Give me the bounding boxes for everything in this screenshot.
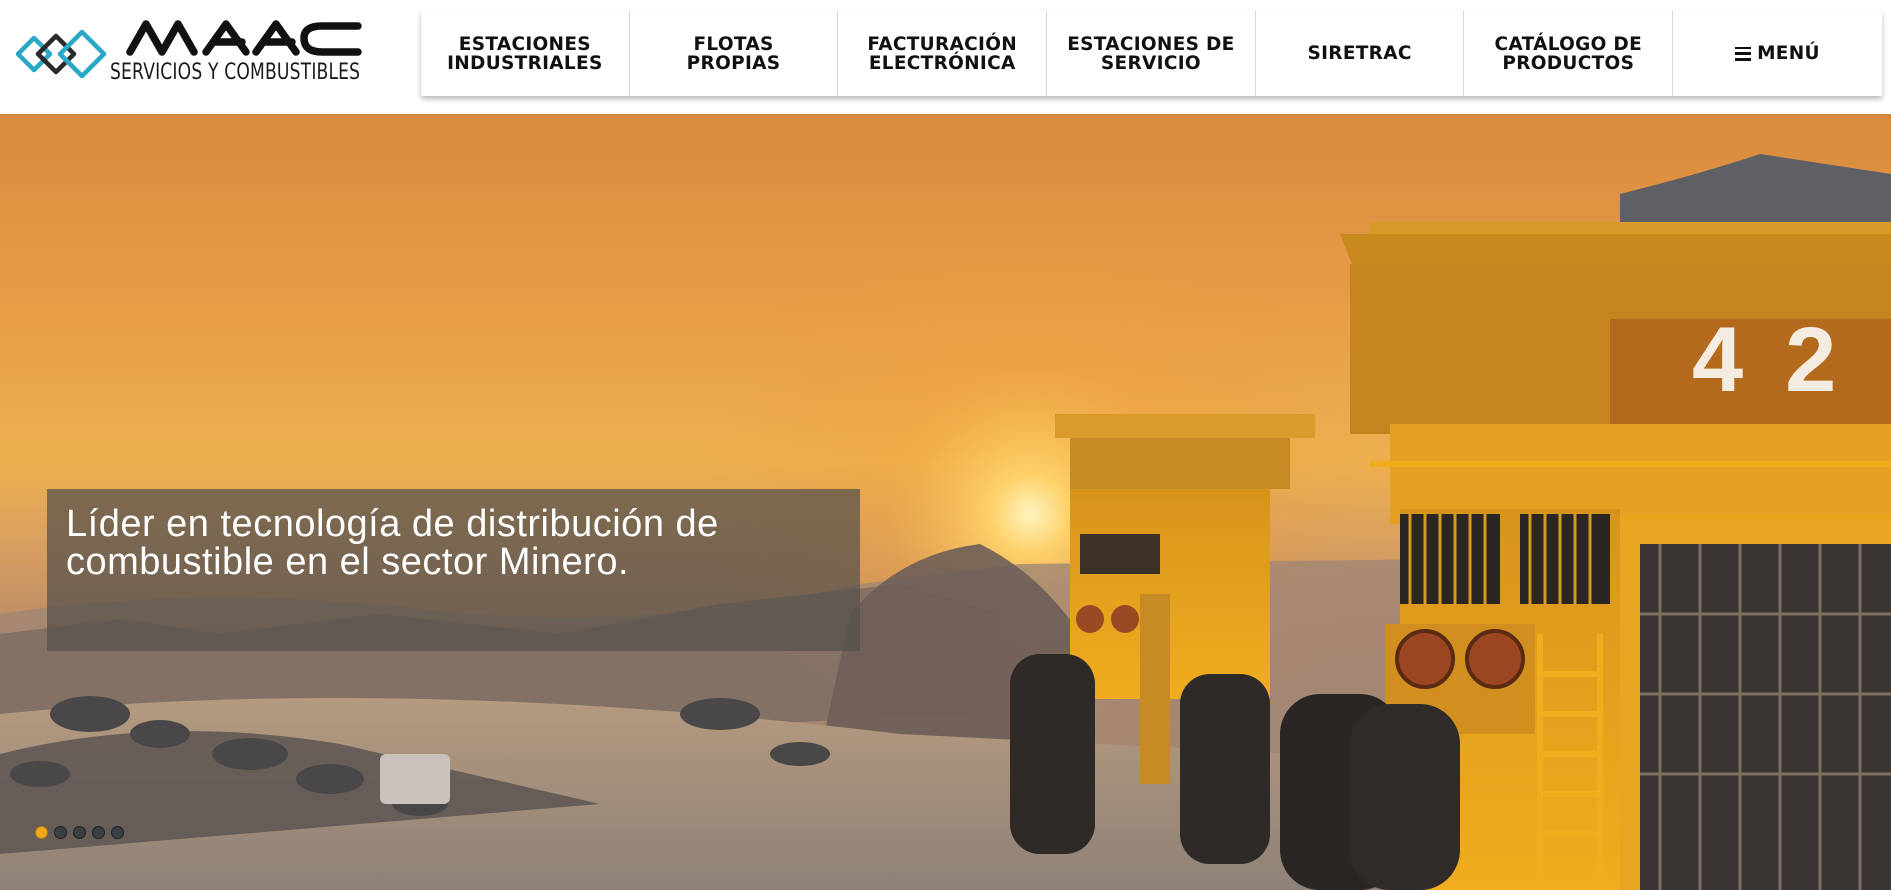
truck-number: 42 [1692,314,1878,406]
slider-dot-active[interactable] [35,826,48,839]
nav-item-estaciones-de-servicio[interactable]: ESTACIONES DE SERVICIO [1047,11,1256,96]
slider-dot[interactable] [73,826,86,839]
truck-number-digit: 2 [1785,309,1879,411]
nav-item-label: FLOTAS PROPIAS [686,33,781,74]
slider-dot[interactable] [54,826,67,839]
site-header: SERVICIOS Y COMBUSTIBLES ESTACIONES INDU… [0,0,1891,114]
nav-item-label: ESTACIONES INDUSTRIALES [447,33,603,74]
nav-item-flotas-propias[interactable]: FLOTAS PROPIAS [630,11,839,96]
nav-item-label: CATÁLOGO DE PRODUCTOS [1494,33,1643,74]
hamburger-menu-icon [1735,46,1752,61]
main-nav: ESTACIONES INDUSTRIALES FLOTAS PROPIAS F… [421,11,1882,96]
menu-button[interactable]: MENÚ [1673,11,1882,96]
hero-caption-box: Líder en tecnología de distribución de c… [47,489,860,651]
slider-dot[interactable] [92,826,105,839]
truck-number-digit: 4 [1692,309,1786,411]
slider-dot[interactable] [111,826,124,839]
hero-slider: 42 Líder en tecnología de distribución d… [0,114,1891,890]
hero-caption: Líder en tecnología de distribución de c… [66,503,719,583]
logo-diamonds-icon [16,29,107,79]
brand-logo[interactable]: SERVICIOS Y COMBUSTIBLES [16,18,362,90]
nav-item-siretrac[interactable]: SIRETRAC [1256,11,1465,96]
nav-item-label: FACTURACIÓN ELECTRÓNICA [867,33,1018,74]
brand-tagline: SERVICIOS Y COMBUSTIBLES [110,60,361,85]
nav-item-catalogo-de-productos[interactable]: CATÁLOGO DE PRODUCTOS [1464,11,1674,96]
menu-label: MENÚ [1757,43,1820,64]
nav-item-label: ESTACIONES DE SERVICIO [1067,33,1235,74]
nav-item-estaciones-industriales[interactable]: ESTACIONES INDUSTRIALES [421,11,630,96]
slider-pagination [35,826,124,839]
nav-item-label: SIRETRAC [1307,43,1412,64]
nav-item-facturacion-electronica[interactable]: FACTURACIÓN ELECTRÓNICA [838,11,1048,96]
